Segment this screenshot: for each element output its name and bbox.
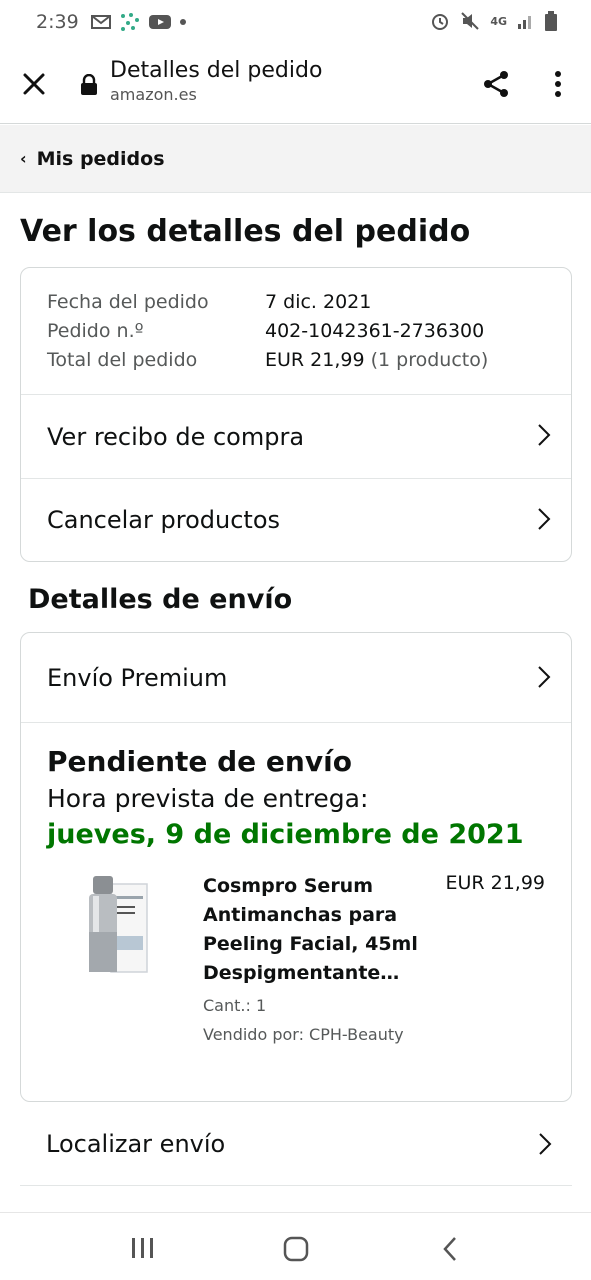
battery-icon (545, 11, 557, 31)
order-summary: Fecha del pedido 7 dic. 2021 Pedido n.º … (21, 268, 571, 395)
page-title-block[interactable]: Detalles del pedido amazon.es (110, 58, 322, 104)
dot-icon (179, 19, 186, 25)
chevron-right-icon (538, 424, 551, 446)
product-seller: Vendido por: CPH-Beauty (203, 1025, 404, 1044)
chevron-left-icon: ‹ (20, 149, 27, 168)
delivery-eta-date: jueves, 9 de diciembre de 2021 (47, 819, 524, 850)
signal-icon (518, 16, 531, 29)
dots-app-icon (120, 13, 139, 31)
page-heading: Ver los detalles del pedido (20, 214, 471, 249)
order-total-value: EUR 21,99 (265, 349, 365, 371)
order-summary-card: Fecha del pedido 7 dic. 2021 Pedido n.º … (20, 267, 572, 562)
cancel-products-label: Cancelar productos (47, 506, 281, 534)
shipping-method-label: Envío Premium (47, 663, 228, 692)
gmail-icon (90, 15, 111, 29)
product-image[interactable] (75, 876, 155, 976)
chevron-right-icon (538, 666, 551, 688)
chevron-right-icon (539, 1133, 552, 1155)
shipping-section-title: Detalles de envío (28, 584, 293, 615)
product-price: EUR 21,99 (445, 872, 545, 894)
cancel-products-link[interactable]: Cancelar productos (21, 478, 571, 561)
order-number-value: 402-1042361-2736300 (265, 320, 485, 342)
shipment-status: Pendiente de envío (47, 745, 352, 778)
order-number-label: Pedido n.º (47, 320, 144, 342)
notification-icons (90, 12, 187, 32)
track-shipment-link[interactable]: Localizar envío (20, 1102, 572, 1186)
order-total-row: Total del pedido EUR 21,99 (1 producto) (47, 346, 545, 375)
breadcrumb[interactable]: ‹ Mis pedidos (0, 125, 591, 193)
breadcrumb-label: Mis pedidos (36, 147, 165, 170)
page-title: Detalles del pedido (110, 58, 323, 83)
product-item: Cosmpro Serum Antimanchas para Peeling F… (47, 872, 545, 1052)
system-navigation-bar (0, 1212, 591, 1280)
chevron-right-icon (538, 508, 551, 530)
system-icons: 4G (430, 11, 557, 31)
browser-toolbar: Detalles del pedido amazon.es (0, 44, 591, 124)
track-shipment-label: Localizar envío (46, 1129, 226, 1158)
view-receipt-link[interactable]: Ver recibo de compra (21, 395, 571, 478)
status-time: 2:39 (36, 11, 79, 33)
order-date-value: 7 dic. 2021 (265, 291, 372, 313)
shipment-card: Envío Premium Pendiente de envío Hora pr… (20, 632, 572, 1102)
share-icon[interactable] (480, 68, 512, 100)
network-label: 4G (490, 14, 507, 28)
delivery-eta-label: Hora prevista de entrega: (47, 784, 369, 813)
close-icon[interactable] (20, 70, 48, 98)
shipping-method-link[interactable]: Envío Premium (21, 633, 571, 723)
alarm-icon (432, 14, 449, 30)
order-date-label: Fecha del pedido (47, 291, 209, 313)
order-item-count: (1 producto) (370, 349, 489, 371)
lock-icon (81, 74, 97, 95)
product-quantity: Cant.: 1 (203, 996, 267, 1015)
youtube-icon (148, 15, 171, 29)
recent-apps-icon[interactable] (130, 1237, 156, 1259)
view-receipt-label: Ver recibo de compra (47, 422, 305, 451)
order-total-label: Total del pedido (47, 349, 198, 371)
order-number-row: Pedido n.º 402-1042361-2736300 (47, 317, 545, 346)
back-icon[interactable] (440, 1235, 460, 1263)
page-domain: amazon.es (110, 85, 197, 104)
more-options-icon[interactable] (546, 68, 570, 100)
mute-icon (461, 12, 480, 30)
shipment-status-block: Pendiente de envío Hora prevista de entr… (21, 723, 571, 1052)
order-date-row: Fecha del pedido 7 dic. 2021 (47, 288, 545, 317)
home-icon[interactable] (283, 1236, 309, 1262)
status-bar: 2:39 4G (0, 0, 591, 44)
product-title-link[interactable]: Cosmpro Serum Antimanchas para Peeling F… (203, 872, 433, 988)
